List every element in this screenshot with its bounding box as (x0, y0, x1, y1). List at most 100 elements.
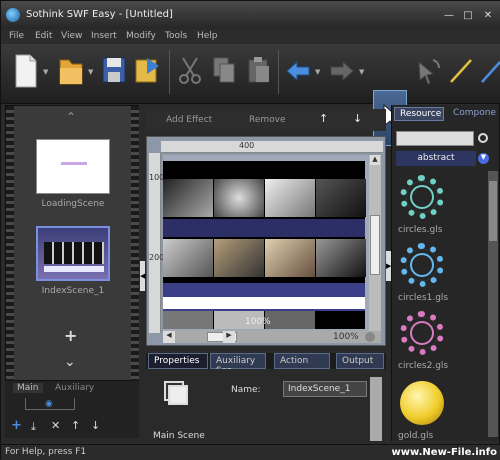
resource-item-circles-icon[interactable] (400, 175, 444, 219)
scene-thumbnail-index[interactable] (36, 226, 110, 281)
tab-resource[interactable]: Resource (394, 107, 444, 121)
main-scene-label: Main Scene (153, 431, 205, 441)
delete-icon[interactable]: ✕ (51, 419, 60, 432)
ruler-vertical: 100 200 (149, 153, 165, 333)
resource-item-circles2-icon[interactable] (400, 311, 444, 355)
scene-preview-graphic (44, 242, 104, 264)
zoom-overlay-label: 100% (245, 317, 271, 327)
menu-tools[interactable]: Tools (165, 31, 187, 41)
canvas-vertical-scrollbar[interactable]: ▲ (369, 155, 381, 331)
category-select[interactable]: abstract (396, 151, 476, 166)
copy-icon[interactable] (209, 52, 239, 90)
scene-icon-front (168, 385, 188, 405)
add-icon[interactable]: + (11, 418, 22, 433)
minimize-icon[interactable]: — (442, 9, 456, 22)
resource-panel: Resource Compone abstract ▼ circles.gls … (391, 105, 499, 441)
scene-tools: ◉ + ⤓ ✕ ↑ ↓ (5, 396, 139, 438)
zoom-menu-icon[interactable] (365, 332, 375, 342)
tab-output[interactable]: Output (336, 353, 384, 369)
scroll-left-arrow-icon[interactable]: ◀ (163, 331, 175, 343)
undo-icon[interactable] (283, 52, 313, 90)
search-icon[interactable] (478, 133, 488, 143)
pen-tool-icon[interactable] (475, 52, 500, 90)
move-down-icon[interactable]: ↓ (91, 419, 100, 432)
scroll-down-icon[interactable]: ⌄ (64, 354, 76, 370)
line-tool-icon[interactable] (445, 52, 475, 90)
scroll-right-arrow-icon[interactable]: ▶ (223, 331, 235, 343)
scene-label: LoadingScene (41, 199, 105, 209)
tab-properties[interactable]: Properties (148, 353, 208, 369)
scroll-up-icon[interactable]: ⌃ (66, 110, 76, 124)
status-bar: For Help, press F1 www.New-File.info (1, 444, 500, 460)
scene-panel: ⌃ LoadingScene IndexScene_1 + ⌄ (5, 105, 139, 382)
tab-action[interactable]: Action (274, 353, 330, 369)
menu-file[interactable]: File (9, 31, 24, 41)
toolbar-separator (169, 50, 170, 94)
open-dropdown-icon[interactable]: ▼ (88, 68, 94, 76)
tab-auxiliary-scene[interactable]: Auxiliary Sce (210, 353, 266, 376)
photo-frame (163, 179, 213, 217)
menu-bar: File Edit View Insert Modify Tools Help (1, 29, 500, 44)
maximize-icon[interactable]: □ (461, 9, 475, 22)
name-field[interactable]: IndexScene_1 (283, 381, 367, 397)
resource-item-gold-icon[interactable] (400, 381, 444, 425)
photo-frame (316, 179, 366, 217)
name-label: Name: (231, 385, 261, 395)
resource-scrollbar[interactable] (488, 171, 498, 437)
ruler-tick-label: 100 (149, 173, 165, 182)
import-icon[interactable]: ⤓ (31, 420, 36, 434)
add-scene-icon[interactable]: + (64, 326, 77, 345)
export-icon[interactable] (133, 52, 163, 90)
redo-icon[interactable] (327, 52, 357, 90)
menu-edit[interactable]: Edit (35, 31, 52, 41)
menu-view[interactable]: View (61, 31, 82, 41)
open-folder-icon[interactable] (56, 52, 86, 90)
new-dropdown-icon[interactable]: ▼ (43, 68, 49, 76)
cut-icon[interactable] (175, 52, 205, 90)
save-icon[interactable] (99, 52, 129, 90)
scene-preview-bar (44, 266, 104, 272)
app-logo-icon (6, 8, 20, 22)
chevron-down-icon[interactable]: ▼ (478, 153, 489, 164)
collapse-left-icon[interactable]: ◀ (140, 261, 145, 291)
paste-icon[interactable] (244, 52, 274, 90)
toolbar-separator (278, 50, 279, 94)
effect-bar: Add Effect Remove ↑ ↓ (146, 109, 386, 131)
tab-main[interactable]: Main (13, 383, 43, 393)
canvas-horizontal-scrollbar[interactable]: ◀ ▶ 100% (163, 331, 381, 343)
banner-band (163, 219, 365, 237)
ruler-horizontal: 400 (161, 141, 383, 153)
properties-scrollbar[interactable] (370, 377, 382, 441)
photo-frame (316, 239, 366, 277)
photo-frame (163, 239, 213, 277)
title-bar: Sothink SWF Easy - [Untitled] — □ ✕ (1, 1, 500, 29)
scrollbar-thumb[interactable] (489, 181, 497, 241)
undo-dropdown-icon[interactable]: ▼ (315, 68, 321, 76)
resource-item-circles1-icon[interactable] (400, 243, 444, 287)
scene-thumbnail-loading[interactable] (36, 139, 110, 194)
eye-icon[interactable]: ◉ (45, 399, 53, 409)
menu-insert[interactable]: Insert (91, 31, 117, 41)
close-icon[interactable]: ✕ (481, 9, 495, 22)
tab-auxiliary[interactable]: Auxiliary (55, 383, 94, 393)
scroll-up-arrow-icon[interactable]: ▲ (370, 155, 380, 165)
scene-content-preview[interactable]: 100% (163, 161, 366, 329)
resource-label: circles1.gls (398, 293, 449, 303)
resource-search-input[interactable] (396, 131, 474, 146)
photo-frame (265, 311, 315, 329)
photo-frame (163, 311, 213, 329)
move-effect-up-icon[interactable]: ↑ (319, 112, 328, 125)
tab-component[interactable]: Compone (448, 107, 498, 121)
move-up-icon[interactable]: ↑ (71, 419, 80, 432)
move-effect-down-icon[interactable]: ↓ (353, 112, 362, 125)
menu-modify[interactable]: Modify (126, 31, 156, 41)
zoom-level[interactable]: 100% (333, 332, 359, 342)
scrollbar-thumb[interactable] (370, 215, 380, 275)
add-effect-button[interactable]: Add Effect (166, 115, 212, 125)
transform-tool-icon[interactable] (413, 52, 443, 90)
window-title: Sothink SWF Easy - [Untitled] (26, 9, 173, 20)
redo-dropdown-icon[interactable]: ▼ (359, 68, 365, 76)
menu-help[interactable]: Help (197, 31, 218, 41)
remove-button[interactable]: Remove (249, 115, 286, 125)
new-file-icon[interactable] (11, 52, 41, 90)
